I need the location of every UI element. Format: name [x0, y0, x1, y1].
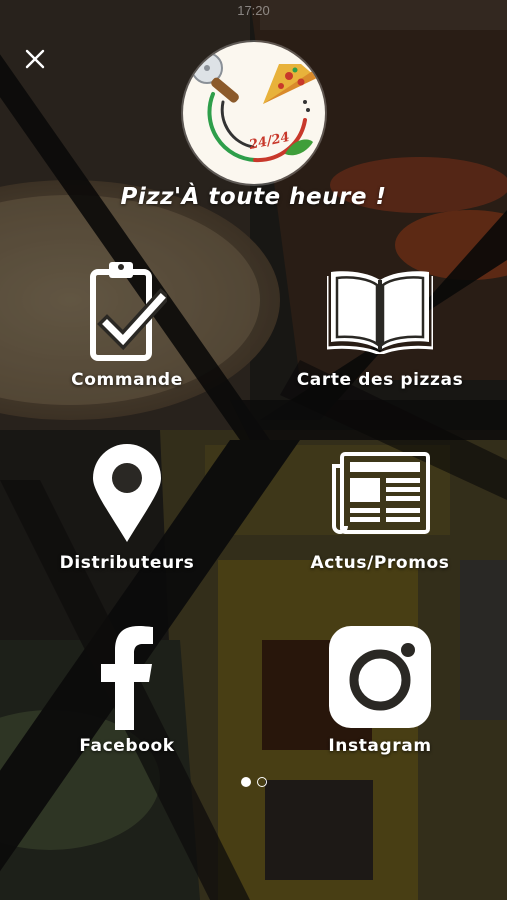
close-icon [25, 49, 45, 69]
menu-tile-commande[interactable]: Commande [17, 258, 237, 408]
facebook-icon [101, 626, 153, 730]
clipboard-check-icon [90, 262, 167, 361]
page-dot-2[interactable] [256, 776, 267, 787]
menu-label-instagram: Instagram [328, 736, 432, 756]
status-bar: 17:20 [0, 0, 507, 22]
pizza-logo-icon [191, 52, 317, 163]
page-dot-1[interactable] [240, 776, 251, 787]
menu-label-commande: Commande [71, 370, 183, 390]
page-indicator [0, 771, 507, 790]
brand-name: Pizz'À toute heure ! [120, 184, 387, 210]
brand-logo: 24/24 [183, 42, 325, 184]
menu-label-carte: Carte des pizzas [296, 370, 464, 390]
menu-tile-facebook[interactable]: Facebook [17, 622, 237, 772]
menu-tile-distributeurs[interactable]: Distributeurs [17, 440, 237, 590]
menu-tile-carte[interactable]: Carte des pizzas [270, 258, 490, 408]
newspaper-icon [332, 452, 430, 534]
open-book-icon [327, 271, 433, 354]
menu-tile-instagram[interactable]: Instagram [270, 622, 490, 772]
menu-label-actus: Actus/Promos [310, 553, 450, 573]
status-time: 17:20 [237, 3, 270, 18]
menu-tile-actus[interactable]: Actus/Promos [270, 440, 490, 590]
menu-label-distributeurs: Distributeurs [59, 553, 195, 573]
close-button[interactable] [20, 44, 50, 74]
instagram-icon [329, 626, 431, 728]
menu-label-facebook: Facebook [79, 736, 175, 756]
map-pin-icon [93, 444, 161, 542]
